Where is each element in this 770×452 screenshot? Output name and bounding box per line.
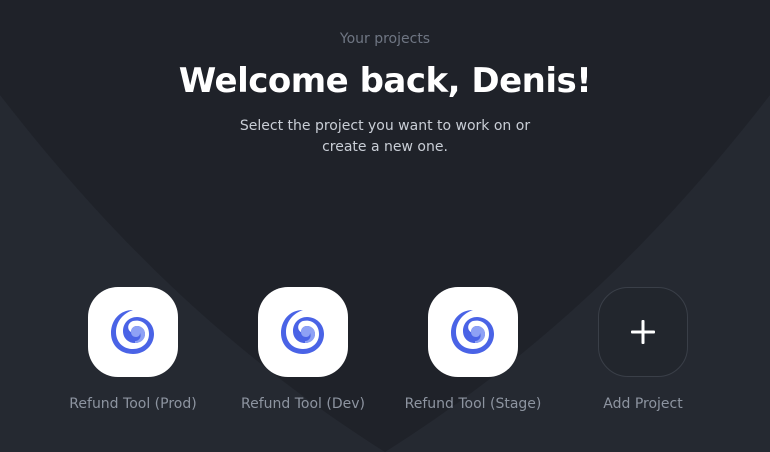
project-tile[interactable] <box>88 287 178 377</box>
project-list: Refund Tool (Prod) Refund Tool (Dev) Ref… <box>0 287 770 427</box>
project-card-refund-tool-dev[interactable]: Refund Tool (Dev) <box>213 287 393 427</box>
project-card-refund-tool-prod[interactable]: Refund Tool (Prod) <box>43 287 223 427</box>
project-label: Refund Tool (Dev) <box>241 396 365 412</box>
projects-page: Your projects Welcome back, Denis! Selec… <box>0 0 770 452</box>
page-title: Welcome back, Denis! <box>178 61 592 101</box>
add-project-label: Add Project <box>603 396 683 412</box>
page-eyebrow: Your projects <box>339 31 431 47</box>
add-project-tile[interactable] <box>598 287 688 377</box>
project-label: Refund Tool (Stage) <box>404 396 542 412</box>
spiral-logo-icon <box>281 310 324 354</box>
plus-icon <box>631 320 655 344</box>
project-card-refund-tool-stage[interactable]: Refund Tool (Stage) <box>383 287 563 427</box>
project-tile[interactable] <box>258 287 348 377</box>
project-tile[interactable] <box>428 287 518 377</box>
project-label: Refund Tool (Prod) <box>69 396 197 412</box>
spiral-logo-icon <box>451 310 494 354</box>
page-subtitle: Select the project you want to work on o… <box>239 118 531 155</box>
spiral-logo-icon <box>111 310 154 354</box>
add-project-button[interactable]: Add Project <box>553 287 733 427</box>
